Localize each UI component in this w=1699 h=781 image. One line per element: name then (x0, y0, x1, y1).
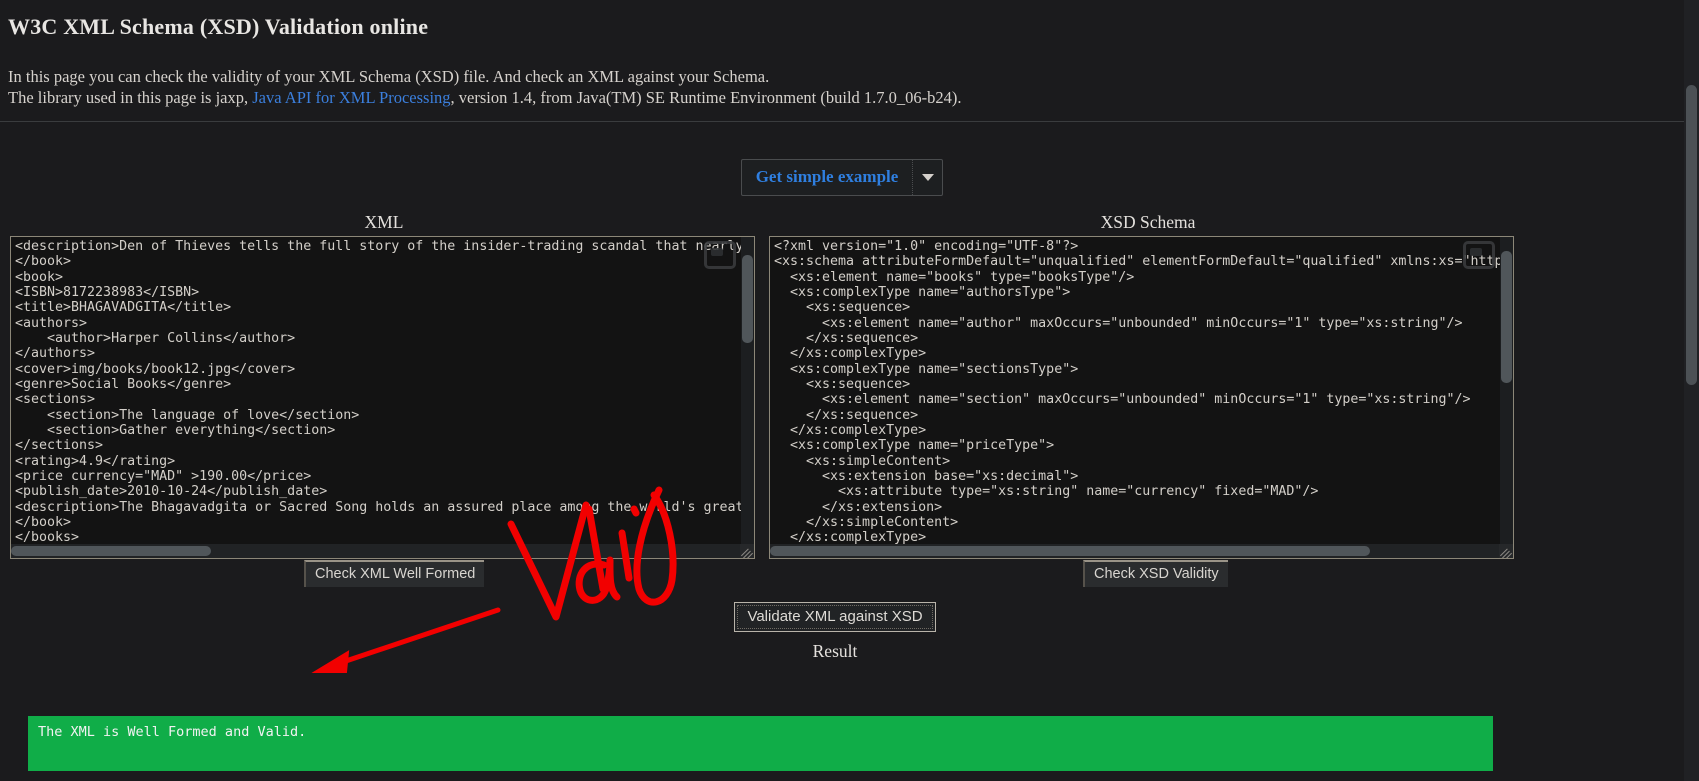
validate-xml-against-xsd-button[interactable]: Validate XML against XSD (734, 602, 936, 632)
page-root: W3C XML Schema (XSD) Validation online I… (0, 0, 1684, 781)
get-simple-example-button[interactable]: Get simple example (742, 160, 913, 195)
xml-panel-label: XML (364, 212, 404, 232)
xsd-editor-content[interactable]: <?xml version="1.0" encoding="UTF-8"?> <… (770, 237, 1513, 546)
intro-line-2: The library used in this page is jaxp, J… (8, 87, 1684, 108)
result-box: The XML is Well Formed and Valid. (28, 716, 1493, 771)
result-heading: Result (812, 641, 858, 661)
intro-line-1: In this page you can check the validity … (8, 67, 770, 86)
xml-editor-content[interactable]: <description>Den of Thieves tells the fu… (11, 237, 754, 546)
xsd-resize-grip[interactable] (1499, 544, 1513, 558)
xml-resize-grip[interactable] (740, 544, 754, 558)
window-scrollbar-thumb[interactable] (1686, 85, 1697, 385)
xml-vertical-scrollbar[interactable] (741, 237, 754, 544)
result-message: The XML is Well Formed and Valid. (38, 724, 307, 740)
xsd-vertical-scrollbar[interactable] (1500, 237, 1513, 544)
get-example-button-group[interactable]: Get simple example (740, 159, 944, 196)
chevron-down-icon[interactable] (912, 160, 942, 195)
intro-text: In this page you can check the validity … (0, 66, 1684, 108)
example-toolbar: Get simple example (0, 159, 1684, 196)
editor-panels: XML XSD Schema <description>Den of Thiev… (0, 212, 1670, 559)
xml-horizontal-scrollbar[interactable] (11, 544, 741, 558)
xsd-panel-label: XSD Schema (1100, 212, 1196, 232)
check-xsd-validity-button[interactable]: Check XSD Validity (1083, 560, 1228, 587)
xsd-editor[interactable]: <?xml version="1.0" encoding="UTF-8"?> <… (769, 236, 1514, 559)
xsd-horizontal-scrollbar[interactable] (770, 544, 1500, 558)
xml-editor-badge-icon (704, 241, 736, 269)
check-button-row: Check XML Well Formed Check XSD Validity (0, 560, 1670, 588)
check-xml-well-formed-button[interactable]: Check XML Well Formed (304, 560, 485, 587)
validate-button-row: Validate XML against XSD (0, 602, 1670, 632)
jaxp-link[interactable]: Java API for XML Processing (252, 88, 450, 107)
xsd-editor-badge-icon (1463, 241, 1495, 269)
editor-row: <description>Den of Thieves tells the fu… (0, 236, 1670, 559)
xml-editor[interactable]: <description>Den of Thieves tells the fu… (10, 236, 755, 559)
panel-label-row: XML XSD Schema (0, 212, 1670, 236)
page-title: W3C XML Schema (XSD) Validation online (8, 14, 429, 39)
intro-line-2-suffix: , version 1.4, from Java(TM) SE Runtime … (450, 88, 962, 107)
window-scrollbar[interactable] (1684, 0, 1699, 781)
intro-line-2-prefix: The library used in this page is jaxp, (8, 88, 253, 107)
header-divider (0, 121, 1684, 122)
